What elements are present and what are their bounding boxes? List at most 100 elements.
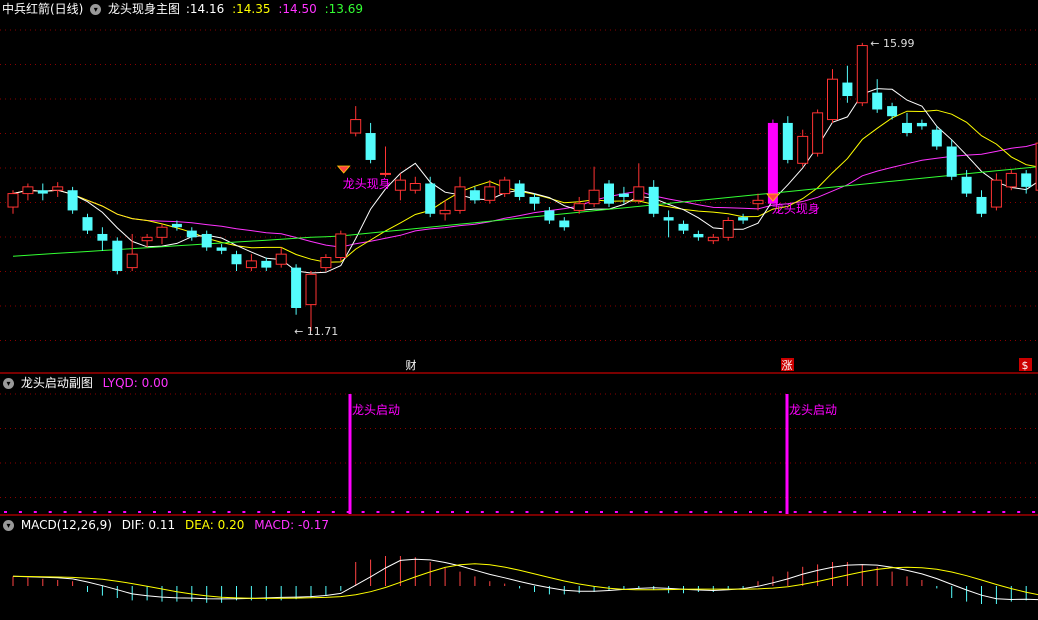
candle-body: [902, 122, 912, 134]
baseline-dot: [451, 511, 454, 513]
candle-body: [37, 190, 48, 194]
low-price-label: ← 11.71: [294, 325, 338, 338]
candle-body: [618, 193, 629, 197]
candle-body: [425, 183, 436, 214]
candle-body: [52, 186, 64, 191]
sub-indicator-name[interactable]: 龙头启动副图: [21, 374, 93, 392]
candle-body: [484, 186, 496, 201]
baseline-dot: [153, 511, 156, 513]
baseline-dot: [242, 511, 246, 513]
sub-chart-panel[interactable]: 龙头启动 龙头启动 ▾ 龙头启动副图 LYQD: 0.00: [0, 374, 1038, 514]
baseline-dot: [78, 511, 82, 513]
signal-label: 龙头现身: [772, 201, 820, 216]
baseline-dot: [48, 511, 52, 513]
candle-body: [141, 236, 153, 242]
dif-line: [12, 558, 1038, 601]
baseline-dot: [853, 511, 857, 513]
candle-body: [156, 226, 168, 238]
candlestick-chart[interactable]: ← 15.99← 11.71龙头现身龙头现身财涨 $: [0, 0, 1038, 372]
signal-label: 龙头启动: [352, 403, 400, 417]
candle-body: [827, 78, 838, 121]
candle-body: [365, 133, 376, 160]
candle-body: [1021, 173, 1032, 187]
baseline-dot: [719, 511, 723, 513]
candle-body: [97, 233, 108, 241]
candle-body: [409, 183, 421, 191]
baseline-dot: [1002, 511, 1006, 513]
candle-body: [559, 220, 570, 228]
baseline-dot: [495, 511, 499, 513]
baseline-dot: [600, 511, 603, 513]
candle-body: [887, 106, 898, 117]
baseline-dot: [465, 511, 469, 513]
baseline-dot: [123, 511, 127, 513]
macd-header: ▾ MACD(12,26,9) DIF: 0.11 DEA: 0.20 MACD…: [0, 516, 329, 534]
baseline-dot: [302, 511, 305, 513]
candle-body: [380, 172, 391, 175]
baseline-dot: [793, 511, 797, 513]
candle-body: [216, 247, 227, 251]
baseline-dot: [257, 511, 261, 513]
candle-body: [529, 196, 540, 204]
baseline-dot: [778, 511, 782, 513]
signal-label: 龙头启动: [789, 403, 837, 417]
candle-body: [291, 267, 302, 308]
lyqd-value: LYQD: 0.00: [102, 376, 169, 390]
baseline-dot: [555, 511, 559, 513]
dea-value: DEA: 0.20: [184, 518, 245, 532]
candle-body: [767, 122, 778, 204]
candle-body: [320, 257, 332, 269]
candle-body: [693, 233, 704, 238]
sub-indicator-menu-icon[interactable]: ▾: [3, 378, 14, 389]
baseline-dot: [212, 511, 216, 513]
candle-body: [261, 260, 272, 268]
baseline-dot: [734, 511, 738, 513]
candle-body: [171, 223, 182, 228]
baseline-dot: [838, 511, 842, 513]
macd-name[interactable]: MACD(12,26,9): [21, 516, 112, 534]
dea-line: [12, 563, 1038, 599]
baseline-dot: [167, 511, 171, 513]
high-price-label: ← 15.99: [870, 37, 914, 50]
ma5-line: [12, 88, 1038, 274]
baseline-dot: [182, 511, 186, 513]
baseline-dot: [391, 511, 395, 513]
baseline-dot: [763, 511, 767, 513]
candle-body: [544, 210, 555, 221]
baseline-dot: [287, 511, 291, 513]
baseline-dot: [868, 511, 872, 513]
baseline-dot: [376, 511, 380, 513]
dif-value: DIF: 0.11: [121, 518, 176, 532]
baseline-dot: [1032, 511, 1036, 513]
candle-body: [201, 233, 212, 248]
baseline-dot: [436, 511, 440, 513]
candle-body: [842, 82, 853, 97]
candle-body: [350, 119, 362, 134]
candle-body: [916, 122, 927, 127]
baseline-dot: [480, 511, 484, 513]
candle-body: [394, 179, 406, 191]
candle-body: [856, 45, 868, 104]
macd-panel[interactable]: ▾ MACD(12,26,9) DIF: 0.11 DEA: 0.20 MACD…: [0, 516, 1038, 620]
candle-body: [678, 223, 689, 231]
main-chart-panel[interactable]: 中兵红箭(日线) ▾ 龙头现身主图 :14.16 :14.35 :14.50 :…: [0, 0, 1038, 372]
macd-menu-icon[interactable]: ▾: [3, 520, 14, 531]
baseline-dot: [644, 511, 648, 513]
candle-body: [514, 183, 525, 197]
baseline-dot: [197, 511, 201, 513]
ma60-line: [12, 166, 1038, 257]
baseline-dot: [540, 511, 544, 513]
candle-body: [1005, 172, 1017, 188]
baseline-dot: [823, 511, 827, 513]
event-marker-1: 涨: [782, 359, 793, 372]
baseline-dot: [63, 511, 67, 513]
candle-body: [112, 240, 123, 271]
lyqd-indicator-chart[interactable]: 龙头启动 龙头启动: [0, 374, 1038, 514]
candle-body: [22, 186, 34, 195]
candle-body: [782, 122, 793, 160]
baseline-dot: [659, 511, 663, 513]
baseline-dot: [674, 511, 678, 513]
baseline-dot: [614, 511, 618, 513]
candle-body: [126, 253, 138, 269]
candle-body: [812, 112, 824, 154]
